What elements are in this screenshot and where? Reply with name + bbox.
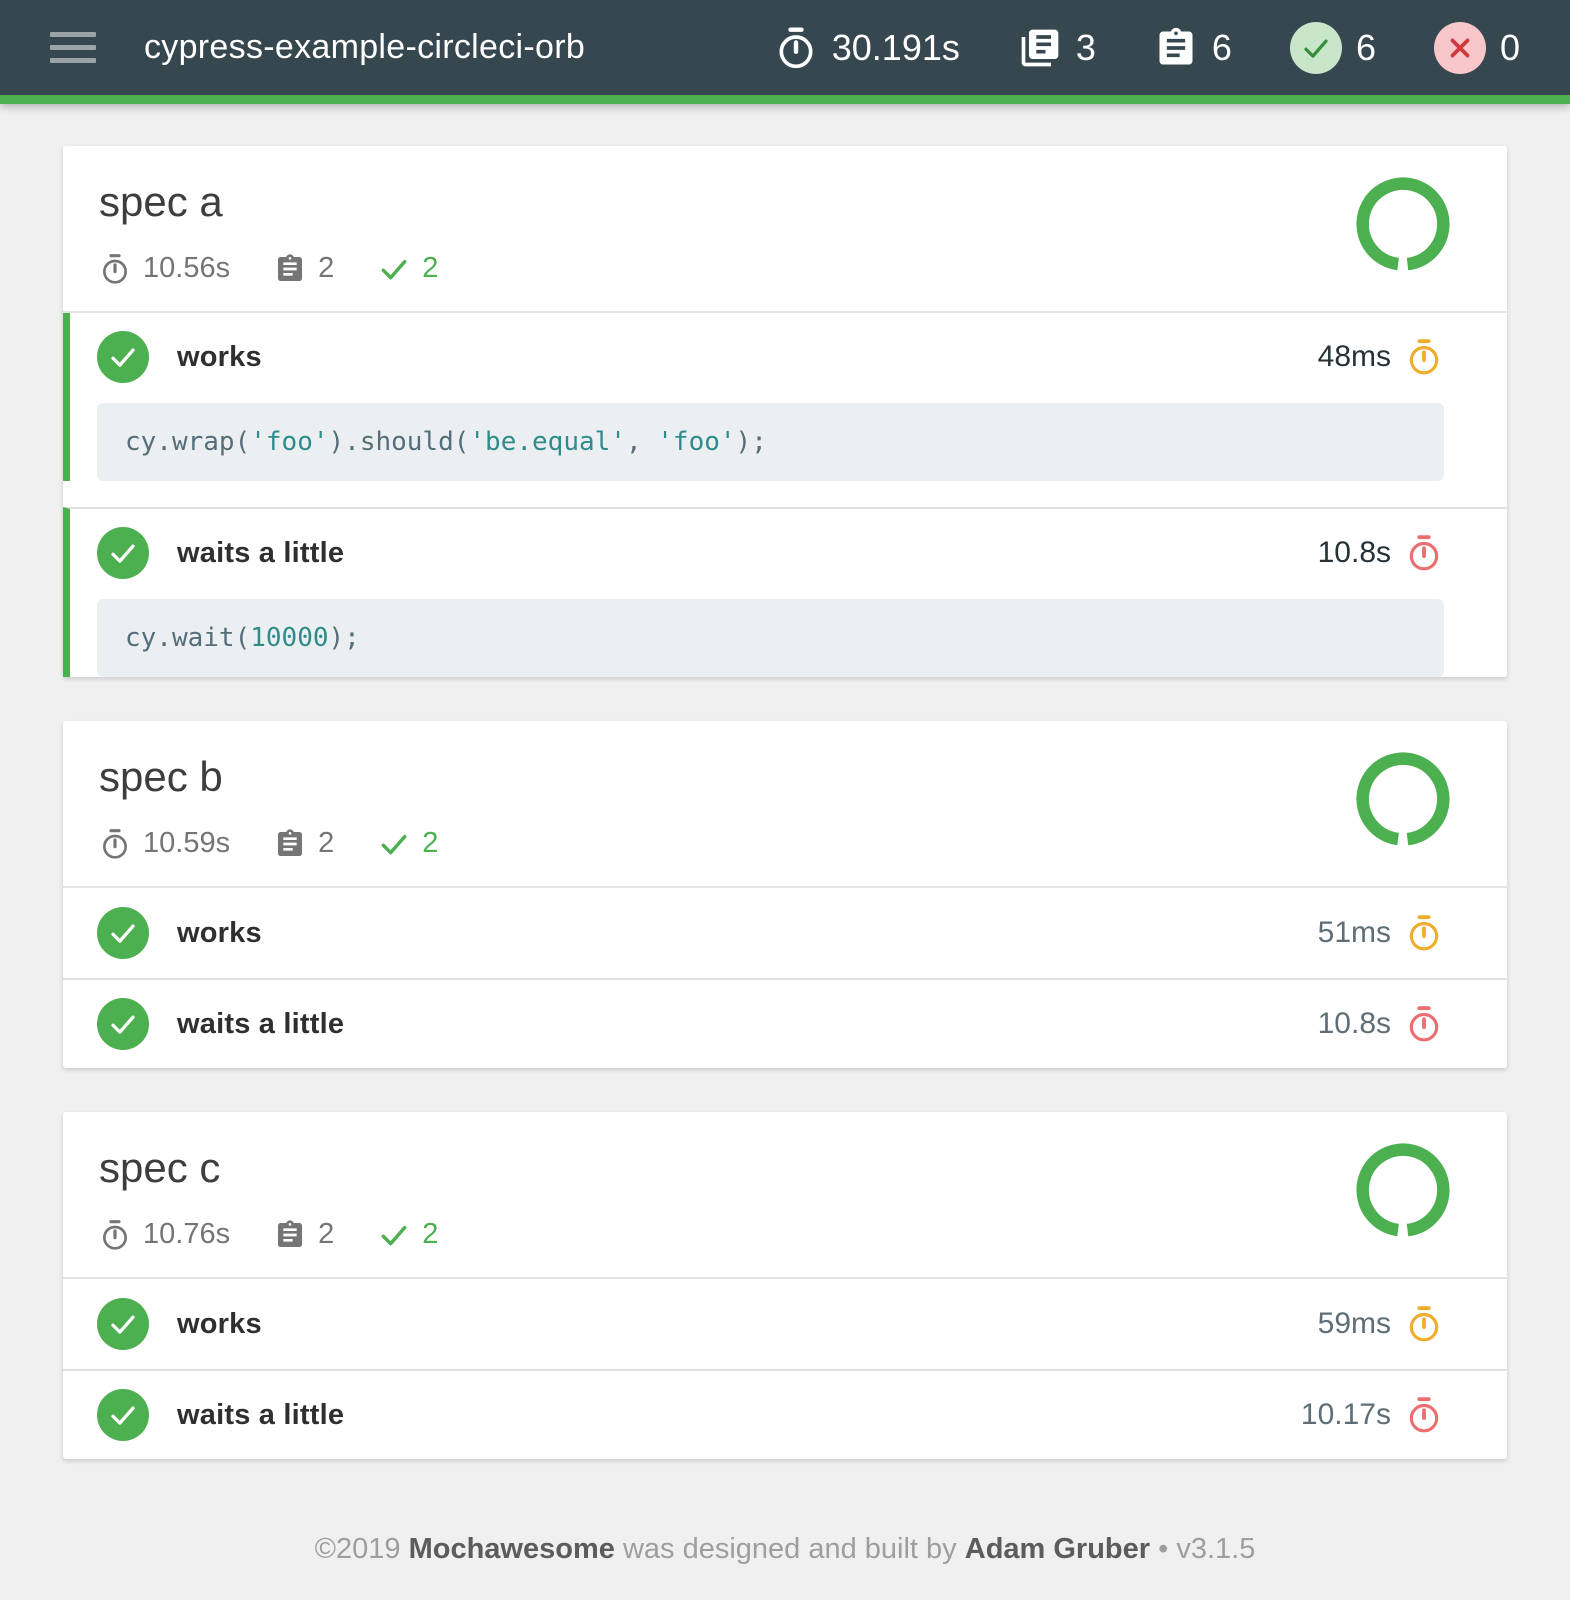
stopwatch-icon bbox=[99, 1219, 131, 1251]
check-icon bbox=[378, 828, 410, 860]
test-row-waits-a-little[interactable]: waits a little 10.17s bbox=[63, 1369, 1507, 1459]
clipboard-icon bbox=[274, 1219, 306, 1251]
suite-header: spec a 10.56s 2 2 bbox=[63, 146, 1507, 313]
passes-count-value: 6 bbox=[1356, 27, 1376, 69]
pass-check-icon bbox=[97, 907, 149, 959]
test-duration: 10.17s bbox=[1301, 1398, 1391, 1432]
pass-donut-chart bbox=[1355, 751, 1451, 847]
suites-count-value: 3 bbox=[1076, 27, 1096, 69]
suite-title: spec b bbox=[99, 753, 1471, 801]
test-row-works[interactable]: works 51ms bbox=[63, 888, 1507, 978]
stopwatch-icon bbox=[1405, 534, 1443, 572]
report-title: cypress-example-circleci-orb bbox=[144, 28, 585, 67]
clipboard-icon bbox=[274, 828, 306, 860]
report-body: spec a 10.56s 2 2 bbox=[0, 104, 1570, 1459]
test-label: works bbox=[177, 917, 262, 950]
test-list: works 59ms waits a little 10.17s bbox=[63, 1279, 1507, 1459]
test-duration: 48ms bbox=[1318, 340, 1391, 374]
suite-duration: 10.76s bbox=[99, 1218, 230, 1251]
test-row-works[interactable]: works 48ms bbox=[70, 313, 1507, 401]
check-icon bbox=[378, 253, 410, 285]
suite-title: spec a bbox=[99, 178, 1471, 226]
suite-pass-count: 2 bbox=[378, 827, 438, 860]
stopwatch-icon bbox=[1405, 1005, 1443, 1043]
pass-check-icon bbox=[97, 1389, 149, 1441]
suite-pass-count: 2 bbox=[378, 1218, 438, 1251]
fail-badge-icon bbox=[1434, 22, 1486, 74]
test-label: works bbox=[177, 341, 262, 374]
mochawesome-link[interactable]: Mochawesome bbox=[409, 1533, 615, 1565]
pass-badge-icon bbox=[1290, 22, 1342, 74]
suite-card-spec-a: spec a 10.56s 2 2 bbox=[63, 146, 1507, 677]
test-list: works 51ms waits a little 10.8s bbox=[63, 888, 1507, 1068]
pass-check-icon bbox=[97, 527, 149, 579]
code-block: cy.wrap('foo').should('be.equal', 'foo')… bbox=[97, 403, 1444, 481]
footer: ©2019 Mochawesome was designed and built… bbox=[0, 1503, 1570, 1578]
tests-count: 6 bbox=[1154, 26, 1232, 70]
test-row-waits-a-little[interactable]: waits a little 10.8s bbox=[70, 509, 1507, 597]
test-section: works 48ms cy.wrap('foo').should('be.equ… bbox=[63, 313, 1507, 481]
suite-test-count: 2 bbox=[274, 827, 334, 860]
clipboard-icon bbox=[1154, 26, 1198, 70]
failures-count: 0 bbox=[1434, 22, 1520, 74]
suite-test-count: 2 bbox=[274, 252, 334, 285]
stopwatch-icon bbox=[1405, 1396, 1443, 1434]
tests-count-value: 6 bbox=[1212, 27, 1232, 69]
stopwatch-icon bbox=[1405, 338, 1443, 376]
suite-header: spec c 10.76s 2 2 bbox=[63, 1112, 1507, 1279]
suite-card-spec-b: spec b 10.59s 2 2 bbox=[63, 721, 1507, 1068]
suite-test-count: 2 bbox=[274, 1218, 334, 1251]
stopwatch-icon bbox=[1405, 1305, 1443, 1343]
suite-header: spec b 10.59s 2 2 bbox=[63, 721, 1507, 888]
test-duration: 10.8s bbox=[1318, 536, 1391, 570]
total-duration: 30.191s bbox=[774, 26, 960, 70]
suite-stats: 10.59s 2 2 bbox=[99, 827, 1471, 860]
stopwatch-icon bbox=[774, 26, 818, 70]
pass-donut-chart bbox=[1355, 176, 1451, 272]
test-label: waits a little bbox=[177, 1399, 344, 1432]
footer-copyright: ©2019 bbox=[315, 1533, 401, 1565]
test-label: waits a little bbox=[177, 537, 344, 570]
pass-check-icon bbox=[97, 331, 149, 383]
check-icon bbox=[378, 1219, 410, 1251]
suite-pass-count: 2 bbox=[378, 252, 438, 285]
suite-duration: 10.59s bbox=[99, 827, 230, 860]
test-row-waits-a-little[interactable]: waits a little 10.8s bbox=[63, 978, 1507, 1068]
navbar: cypress-example-circleci-orb 30.191s 3 6… bbox=[0, 0, 1570, 104]
passes-count: 6 bbox=[1290, 22, 1376, 74]
suite-title: spec c bbox=[99, 1144, 1471, 1192]
footer-text: was designed and built by bbox=[623, 1533, 957, 1565]
stopwatch-icon bbox=[1405, 914, 1443, 952]
stopwatch-icon bbox=[99, 828, 131, 860]
pass-check-icon bbox=[97, 998, 149, 1050]
stopwatch-icon bbox=[99, 253, 131, 285]
code-block: cy.wait(10000); bbox=[97, 599, 1444, 677]
test-section: waits a little 10.8s cy.wait(10000); bbox=[63, 507, 1507, 677]
pass-check-icon bbox=[97, 1298, 149, 1350]
author-link[interactable]: Adam Gruber bbox=[965, 1533, 1150, 1565]
test-code: cy.wait(10000); bbox=[125, 623, 360, 653]
suites-icon bbox=[1018, 26, 1062, 70]
menu-icon[interactable] bbox=[50, 24, 96, 71]
navbar-stats: 30.191s 3 6 6 0 bbox=[774, 22, 1520, 74]
test-duration: 59ms bbox=[1318, 1307, 1391, 1341]
suite-stats: 10.56s 2 2 bbox=[99, 252, 1471, 285]
suite-card-spec-c: spec c 10.76s 2 2 bbox=[63, 1112, 1507, 1459]
suite-stats: 10.76s 2 2 bbox=[99, 1218, 1471, 1251]
footer-version: • v3.1.5 bbox=[1158, 1533, 1255, 1565]
pass-donut-chart bbox=[1355, 1142, 1451, 1238]
test-label: waits a little bbox=[177, 1008, 344, 1041]
failures-count-value: 0 bbox=[1500, 27, 1520, 69]
test-row-works[interactable]: works 59ms bbox=[63, 1279, 1507, 1369]
suite-duration: 10.56s bbox=[99, 252, 230, 285]
test-duration: 10.8s bbox=[1318, 1007, 1391, 1041]
suites-count: 3 bbox=[1018, 26, 1096, 70]
test-label: works bbox=[177, 1308, 262, 1341]
test-duration: 51ms bbox=[1318, 916, 1391, 950]
clipboard-icon bbox=[274, 253, 306, 285]
test-code: cy.wrap('foo').should('be.equal', 'foo')… bbox=[125, 427, 767, 457]
total-duration-value: 30.191s bbox=[832, 27, 960, 69]
